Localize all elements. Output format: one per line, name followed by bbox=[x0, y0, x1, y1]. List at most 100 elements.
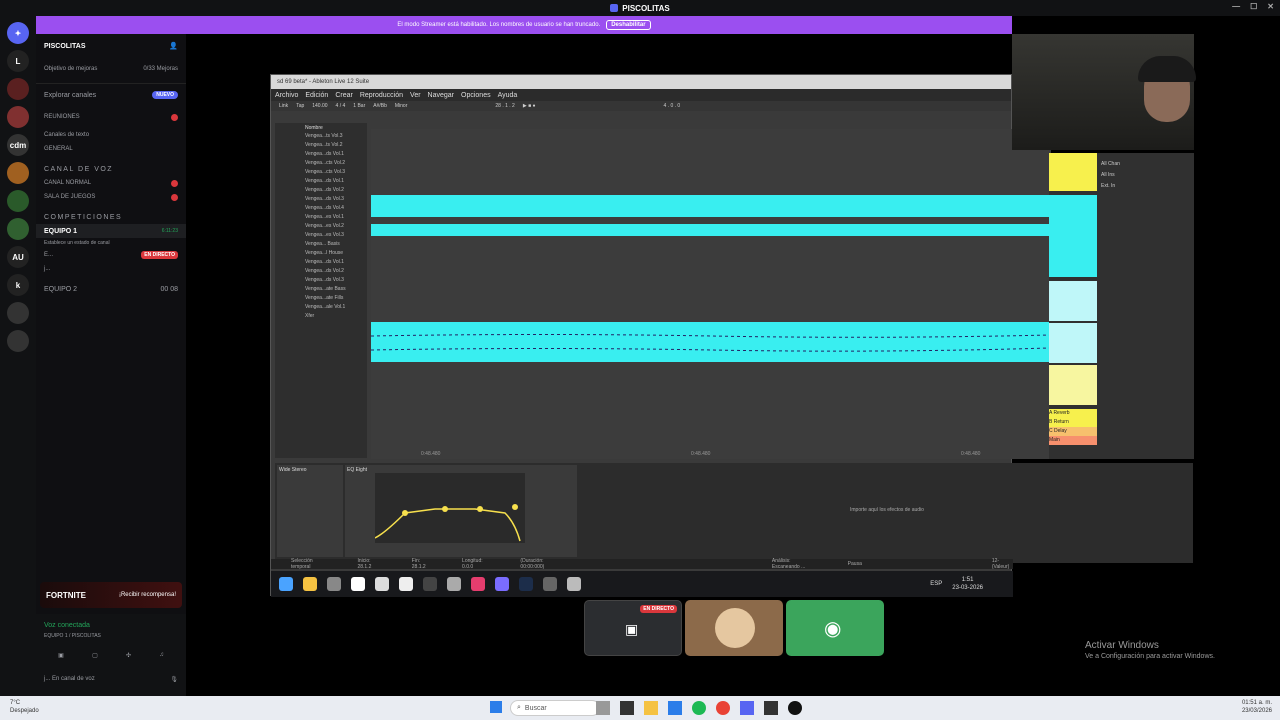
maximize-icon[interactable]: ☐ bbox=[1250, 2, 1257, 11]
ableton-icon[interactable] bbox=[543, 577, 557, 591]
explorer-icon[interactable] bbox=[303, 577, 317, 591]
app-icon[interactable] bbox=[447, 577, 461, 591]
guild-avatar-3[interactable] bbox=[7, 162, 29, 184]
browser-item[interactable]: Vengea...cts Vol.2 bbox=[305, 160, 367, 169]
play-icon[interactable]: ▶ ■ ● bbox=[523, 103, 536, 109]
status-pause[interactable]: Pausa bbox=[848, 561, 862, 567]
menu-reproduccion[interactable]: Reproducción bbox=[360, 92, 403, 99]
utility-device[interactable]: Wide Stereo bbox=[277, 465, 343, 557]
browser-item[interactable]: Vengea...ate Fills bbox=[305, 295, 367, 304]
track-header-yellow-2[interactable] bbox=[1049, 365, 1097, 405]
guild-avatar-5[interactable] bbox=[7, 218, 29, 240]
loop-length[interactable]: 4 . 0 . 0 bbox=[664, 103, 681, 109]
stream-tile-2[interactable] bbox=[685, 600, 783, 656]
menu-ver[interactable]: Ver bbox=[410, 92, 421, 99]
app-icon[interactable] bbox=[351, 577, 365, 591]
track-header-light[interactable] bbox=[1049, 281, 1097, 321]
browser-item[interactable]: Vengea...ale Vol.1 bbox=[305, 304, 367, 313]
system-clock[interactable]: 01:51 a. m. 23/03/2026 bbox=[1242, 699, 1272, 715]
explore-channels[interactable]: Explorar canales NUEVO bbox=[36, 84, 186, 106]
camera-icon[interactable]: ▣ bbox=[58, 652, 64, 659]
explorer-icon[interactable] bbox=[644, 701, 658, 715]
guild-k[interactable]: k bbox=[7, 274, 29, 296]
home-icon[interactable]: ✦ bbox=[7, 22, 29, 44]
windows-start-icon[interactable] bbox=[279, 577, 293, 591]
steam-icon[interactable] bbox=[519, 577, 533, 591]
equipo1-status[interactable]: Establece un estado de canal bbox=[36, 238, 186, 248]
disable-streamer-button[interactable]: Deshabilitar bbox=[606, 20, 651, 30]
time-signature[interactable]: 4 / 4 bbox=[336, 103, 346, 109]
tempo-field[interactable]: 140.00 bbox=[312, 103, 327, 109]
guild-avatar-7[interactable] bbox=[7, 330, 29, 352]
start-icon[interactable] bbox=[490, 701, 502, 713]
browser-item[interactable]: Vengea...ds Vol.1 bbox=[305, 151, 367, 160]
guild-avatar-6[interactable] bbox=[7, 302, 29, 324]
browser-item[interactable]: Vengea...es Vol.3 bbox=[305, 232, 367, 241]
return-a[interactable]: A Reverb bbox=[1049, 409, 1097, 418]
settings-icon[interactable] bbox=[327, 577, 341, 591]
app-icon[interactable] bbox=[471, 577, 485, 591]
browser-item[interactable]: Vengea...es Vol.1 bbox=[305, 214, 367, 223]
menu-navegar[interactable]: Navegar bbox=[428, 92, 454, 99]
discord-icon[interactable] bbox=[740, 701, 754, 715]
stream-tile-3[interactable]: ◉ bbox=[786, 600, 884, 656]
screen-share-icon[interactable]: ▢ bbox=[92, 652, 98, 659]
minimize-icon[interactable]: — bbox=[1232, 2, 1240, 11]
mic-icon[interactable]: 🎙 bbox=[170, 676, 178, 683]
audio-clip-2[interactable] bbox=[371, 224, 1049, 236]
track-header-light-2[interactable] bbox=[1049, 323, 1097, 363]
audio-clip-3[interactable] bbox=[370, 322, 1050, 362]
channel-canal-normal[interactable]: CANAL NORMAL bbox=[36, 176, 186, 190]
promo-banner[interactable]: FORTNITE ¡Recibir recompensa! bbox=[40, 582, 182, 608]
app-icon[interactable] bbox=[495, 577, 509, 591]
channel-equipo1[interactable]: EQUIPO 1 6:11:23 bbox=[36, 224, 186, 238]
track-header-cyan[interactable] bbox=[1049, 195, 1097, 277]
channel-reuniones[interactable]: REUNIONES bbox=[36, 106, 186, 128]
stream-tile-1[interactable]: EN DIRECTO ▣ bbox=[584, 600, 682, 656]
weather-widget[interactable]: 7°C Despejado bbox=[10, 699, 39, 715]
voice-channel[interactable]: EQUIPO 1 / PISCOLITAS bbox=[36, 632, 186, 640]
browser-item[interactable]: Vengea...ate Bass bbox=[305, 286, 367, 295]
app-icon[interactable] bbox=[764, 701, 778, 715]
widget-icon[interactable] bbox=[596, 701, 610, 715]
quantize-select[interactable]: 1 Bar bbox=[353, 103, 365, 109]
browser-item[interactable]: Vengea...ds Vol.1 bbox=[305, 259, 367, 268]
browser-item[interactable]: Vengea...ts Vol.2 bbox=[305, 142, 367, 151]
browser-item[interactable]: Vengea...l House bbox=[305, 250, 367, 259]
promo-cta[interactable]: ¡Recibir recompensa! bbox=[119, 592, 176, 598]
eq-curve[interactable] bbox=[375, 473, 525, 543]
channel-equipo2[interactable]: EQUIPO 2 00 08 bbox=[36, 282, 186, 296]
position-field[interactable]: 28 . 1 . 2 bbox=[495, 103, 514, 109]
user-panel[interactable]: j... En canal de voz 🎙 bbox=[36, 672, 186, 686]
browser-item[interactable]: Vengea...cts Vol.3 bbox=[305, 169, 367, 178]
return-b[interactable]: B Return bbox=[1049, 418, 1097, 427]
app-icon[interactable] bbox=[375, 577, 389, 591]
guild-l[interactable]: L bbox=[7, 50, 29, 72]
guild-au[interactable]: AU bbox=[7, 246, 29, 268]
chrome-icon[interactable] bbox=[716, 701, 730, 715]
eq-eight-device[interactable]: EQ Eight bbox=[345, 465, 577, 557]
guild-avatar-4[interactable] bbox=[7, 190, 29, 212]
guild-cdm[interactable]: cdm bbox=[7, 134, 29, 156]
menu-opciones[interactable]: Opciones bbox=[461, 92, 491, 99]
audio-clip-1[interactable] bbox=[371, 195, 1049, 217]
channel-sala-juegos[interactable]: SALA DE JUEGOS bbox=[36, 190, 186, 204]
mail-icon[interactable] bbox=[399, 577, 413, 591]
comp-category[interactable]: COMPETICIONES bbox=[36, 210, 186, 224]
browser-item[interactable]: Vengea...ds Vol.4 bbox=[305, 205, 367, 214]
key-select[interactable]: A#/Bb bbox=[373, 103, 387, 109]
menu-ayuda[interactable]: Ayuda bbox=[498, 92, 518, 99]
voice-member-2[interactable]: j... bbox=[36, 262, 186, 276]
track-header-yellow-1[interactable] bbox=[1049, 153, 1097, 191]
browser-item[interactable]: Vengea...ds Vol.3 bbox=[305, 277, 367, 286]
close-icon[interactable]: ✕ bbox=[1267, 2, 1274, 11]
menu-edicion[interactable]: Edición bbox=[305, 92, 328, 99]
add-member-icon[interactable]: 👤 bbox=[169, 42, 178, 50]
voice-member-1[interactable]: E... EN DIRECTO bbox=[36, 248, 186, 262]
browser-item[interactable]: Vengea... Basis bbox=[305, 241, 367, 250]
app-icon[interactable] bbox=[788, 701, 802, 715]
store-icon[interactable] bbox=[668, 701, 682, 715]
guild-avatar-2[interactable] bbox=[7, 106, 29, 128]
taskview-icon[interactable] bbox=[620, 701, 634, 715]
browser-item[interactable]: Vengea...ds Vol.3 bbox=[305, 196, 367, 205]
